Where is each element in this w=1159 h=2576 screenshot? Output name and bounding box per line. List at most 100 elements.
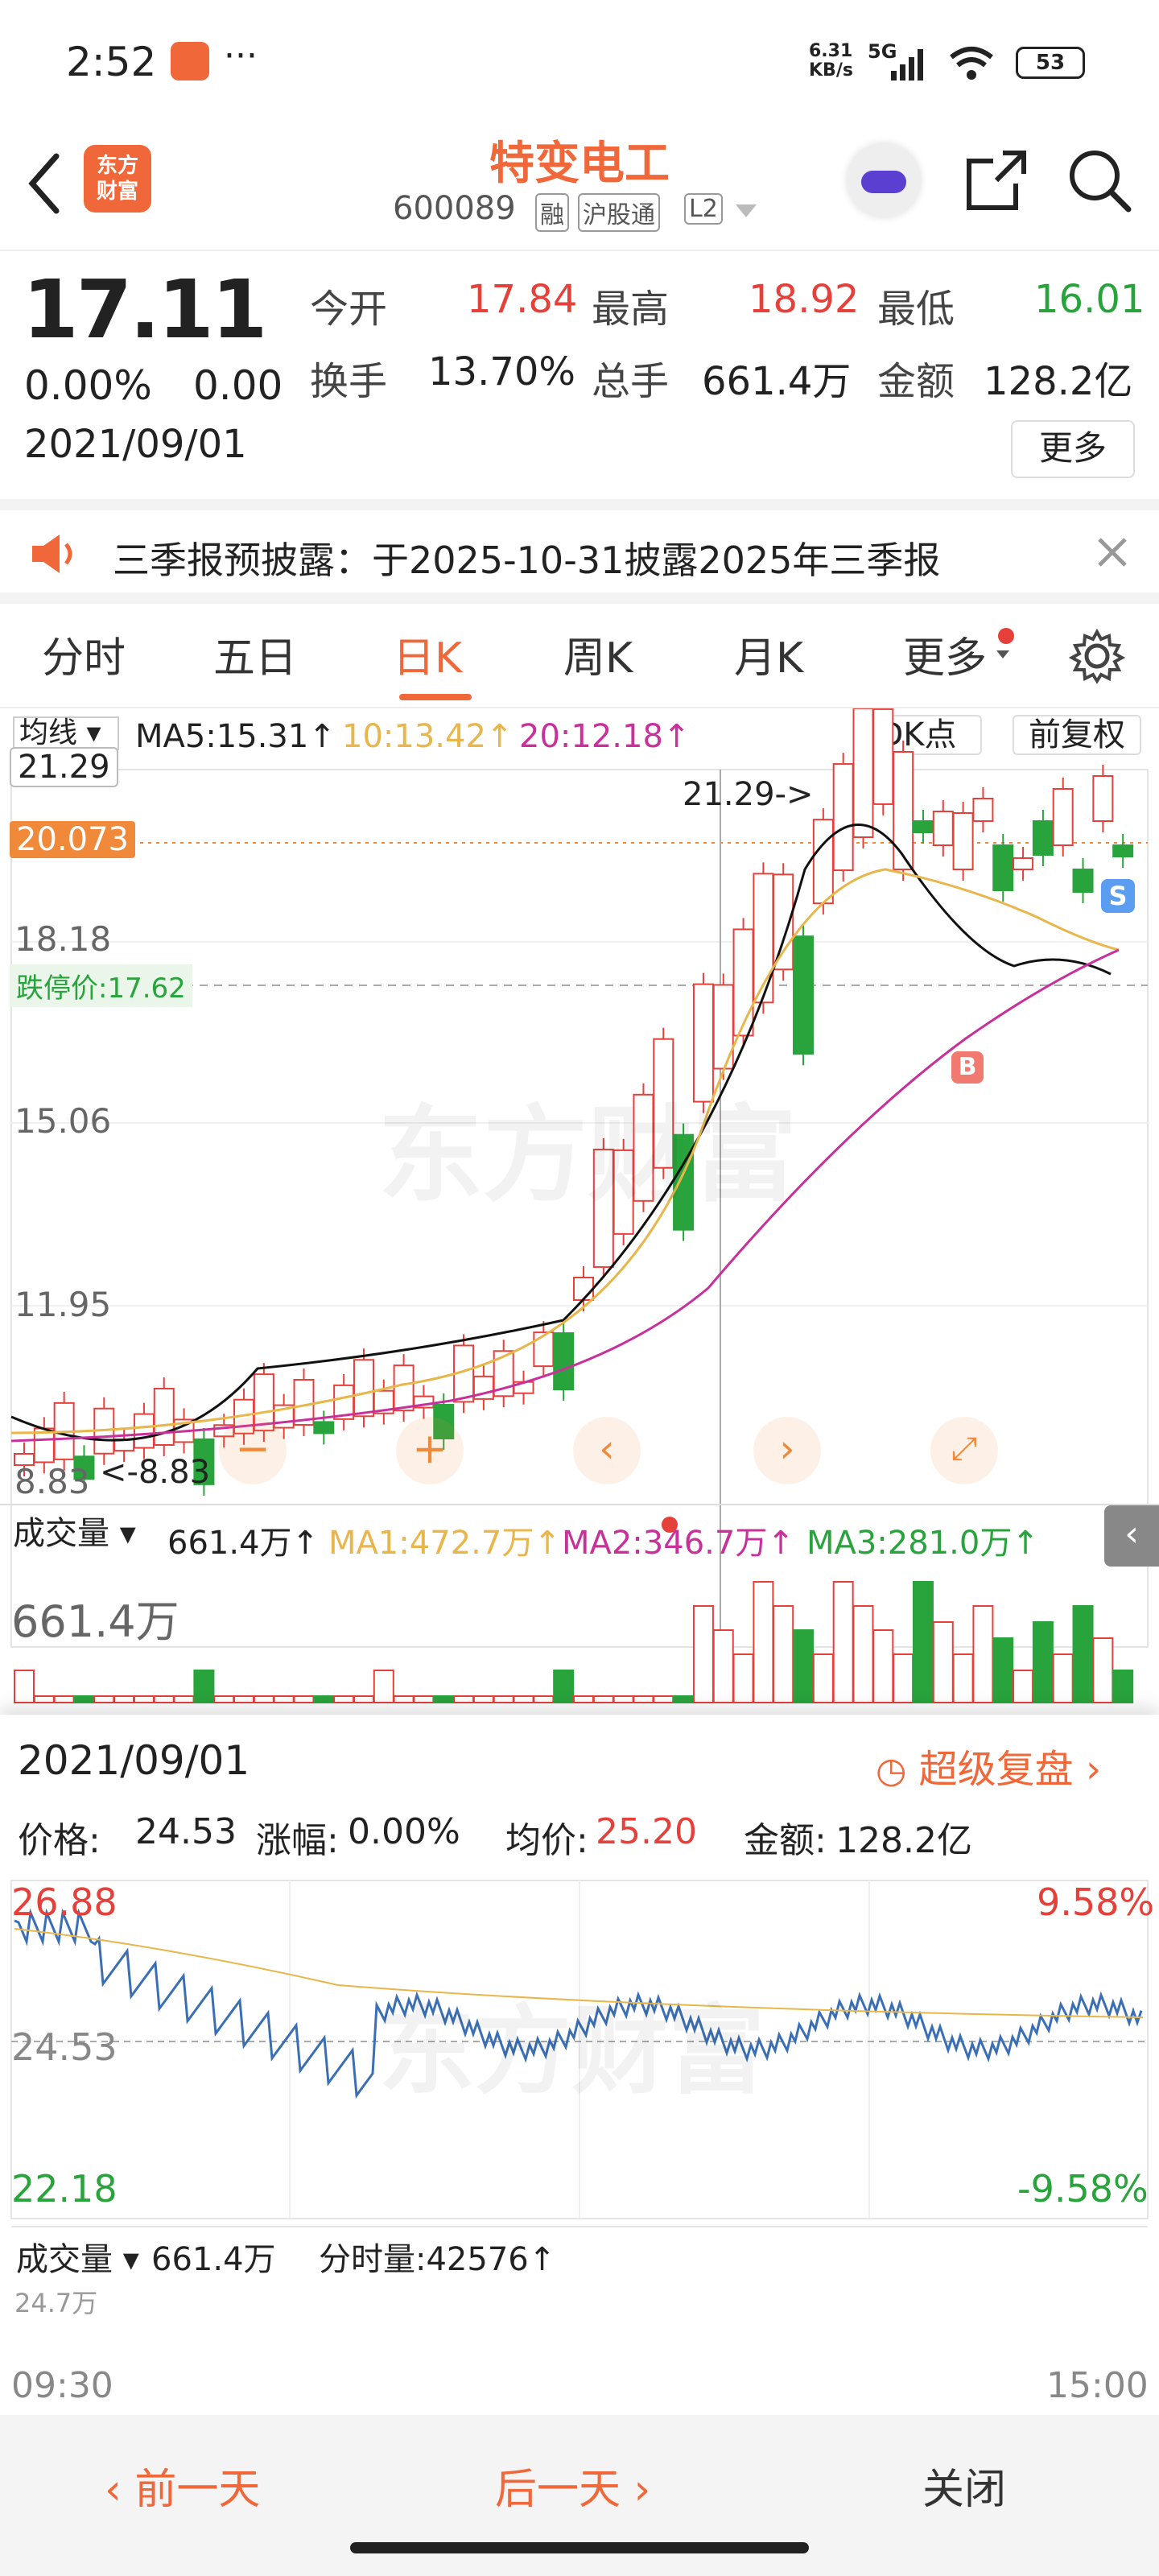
intraday-pct-bottom: -9.58% [1017,2167,1149,2211]
status-bar: 2:52 ··· 6.31 KB/s 5G 53 [0,0,1159,121]
close-icon[interactable] [1095,535,1130,570]
connect-tag: 沪股通 [578,193,660,232]
volume-bar [1072,1605,1094,1703]
margin-tag: 融 [535,193,569,232]
tab-daily-k[interactable]: 日K [393,624,462,684]
intraday-watermark: 东方财富 [378,1996,765,2107]
volume-bar [193,1670,215,1703]
volume-bar [213,1695,235,1703]
stock-header: 东方 财富 特变电工 600089 融 沪股通 L2 [0,121,1159,250]
volume-bar [732,1653,754,1703]
share-icon[interactable] [963,147,1030,214]
low-value: 16.01 [1034,277,1145,322]
volume-bar [273,1695,295,1703]
volume-bar [1092,1637,1114,1703]
settings-gear-icon[interactable] [1069,628,1125,684]
volume-bar [1032,1621,1054,1703]
time-end: 15:00 [1046,2365,1149,2406]
candle-body [1092,775,1114,822]
intraday-volume-select[interactable]: 成交量 ▾ [16,2233,139,2280]
tab-intraday[interactable]: 分时 [42,624,126,684]
change-percent: 0.00% [24,362,152,409]
volume-bar [633,1695,654,1703]
bottom-action-bar: ‹ 前一天 后一天 › 关闭 [0,2415,1159,2576]
candle-body [553,1332,575,1391]
kline-chart-area[interactable]: 均线 ▾ MA5:15.31↑ 10:13.42↑ 20:12.18↑ DK点 … [0,708,1159,1715]
candle-body [133,1413,155,1449]
stock-code: 600089 [393,190,516,227]
limit-down-tag: 跌停价:17.62 [10,964,192,1007]
candle-body [573,1277,594,1301]
volume-bar [1112,1670,1134,1703]
super-replay-link[interactable]: ◷ 超级复盘 › [876,1737,1101,1794]
sell-marker[interactable]: S [1101,879,1135,913]
more-quote-button[interactable]: 更多 [1011,420,1135,478]
minute-volume: 分时量:42576↑ [319,2241,556,2278]
fullscreen-button[interactable]: ⤢ [930,1417,998,1484]
panel-amount-label: 金额: [744,1820,827,1861]
quote-date: 2021/09/01 [24,422,247,467]
volume-bar [53,1695,75,1703]
time-start: 09:30 [11,2365,113,2406]
volume-bar [513,1695,534,1703]
replay-panel: 2021/09/01 ◷ 超级复盘 › 价格: 24.53 涨幅: 0.00% … [0,1715,1159,2415]
scroll-right-button[interactable]: › [753,1417,821,1484]
change-amount: 0.00 [193,362,283,409]
panel-amount: 128.2亿 [835,1820,972,1861]
tab-monthly-k[interactable]: 月K [734,624,803,684]
l2-tag: L2 [684,193,723,225]
volume-bar [113,1695,135,1703]
zoom-out-button[interactable]: − [219,1417,287,1484]
more-badge-dot [998,628,1014,644]
assistant-avatar[interactable] [847,143,921,217]
amount-value: 128.2亿 [984,359,1133,404]
candle-body [893,751,914,870]
intraday-axis-bottom: 22.18 [11,2167,118,2211]
panel-chg-label: 涨幅: [256,1820,339,1861]
search-icon[interactable] [1066,147,1133,214]
collapse-panel-tab[interactable]: ‹ [1104,1505,1159,1567]
tab-five-day[interactable]: 五日 [213,624,297,684]
prev-day-button[interactable]: ‹ 前一天 [105,2455,260,2516]
volume-bar [612,1695,634,1703]
buy-marker[interactable]: B [951,1051,984,1084]
close-button[interactable]: 关闭 [922,2455,1006,2516]
zoom-in-button[interactable]: + [396,1417,464,1484]
candle-body [153,1388,175,1446]
intraday-volume: 661.4万 [151,2241,276,2278]
intraday-vol-axis: 24.7万 [14,2288,98,2318]
volume-bar [673,1695,695,1703]
volume-bar [832,1581,854,1703]
tab-more[interactable]: 更多 [903,624,987,684]
candle-body [793,935,815,1055]
candle-body [1052,788,1074,846]
low-annotation: <-8.83 [100,1454,211,1491]
panel-price-label: 价格: [18,1820,101,1861]
more-dropdown-icon [996,650,1009,658]
more-notifications-icon: ··· [224,35,258,76]
volume-bar [233,1695,255,1703]
tab-weekly-k[interactable]: 周K [563,624,633,684]
volume-label: 总手 [592,359,670,404]
volume-bar [14,1670,35,1703]
notice-bar[interactable]: 三季报预披露：于2025-10-31披露2025年三季报 [0,499,1159,604]
volume-bar [932,1621,954,1703]
panel-price: 24.53 [135,1811,237,1852]
volume-bar [433,1695,455,1703]
next-day-button[interactable]: 后一天 › [495,2455,650,2516]
wifi-icon [950,47,993,80]
candle-body [972,798,994,822]
panel-date: 2021/09/01 [18,1737,250,1784]
vol-ma3-legend: MA3:281.0万↑ [806,1525,1039,1562]
watermark: 东方财富 [378,1094,798,1216]
volume-bar [493,1695,514,1703]
volume-indicator-select[interactable]: 成交量 ▾ [13,1512,163,1555]
panel-avg-label: 均价: [505,1820,588,1861]
volume-bar [1052,1653,1074,1703]
code-dropdown-icon[interactable] [734,201,758,221]
network-speed: 6.31 KB/s [809,41,853,80]
volume-bar [73,1695,95,1703]
scroll-left-button[interactable]: ‹ [573,1417,641,1484]
candle-body [1013,857,1034,870]
high-label: 最高 [592,287,670,332]
